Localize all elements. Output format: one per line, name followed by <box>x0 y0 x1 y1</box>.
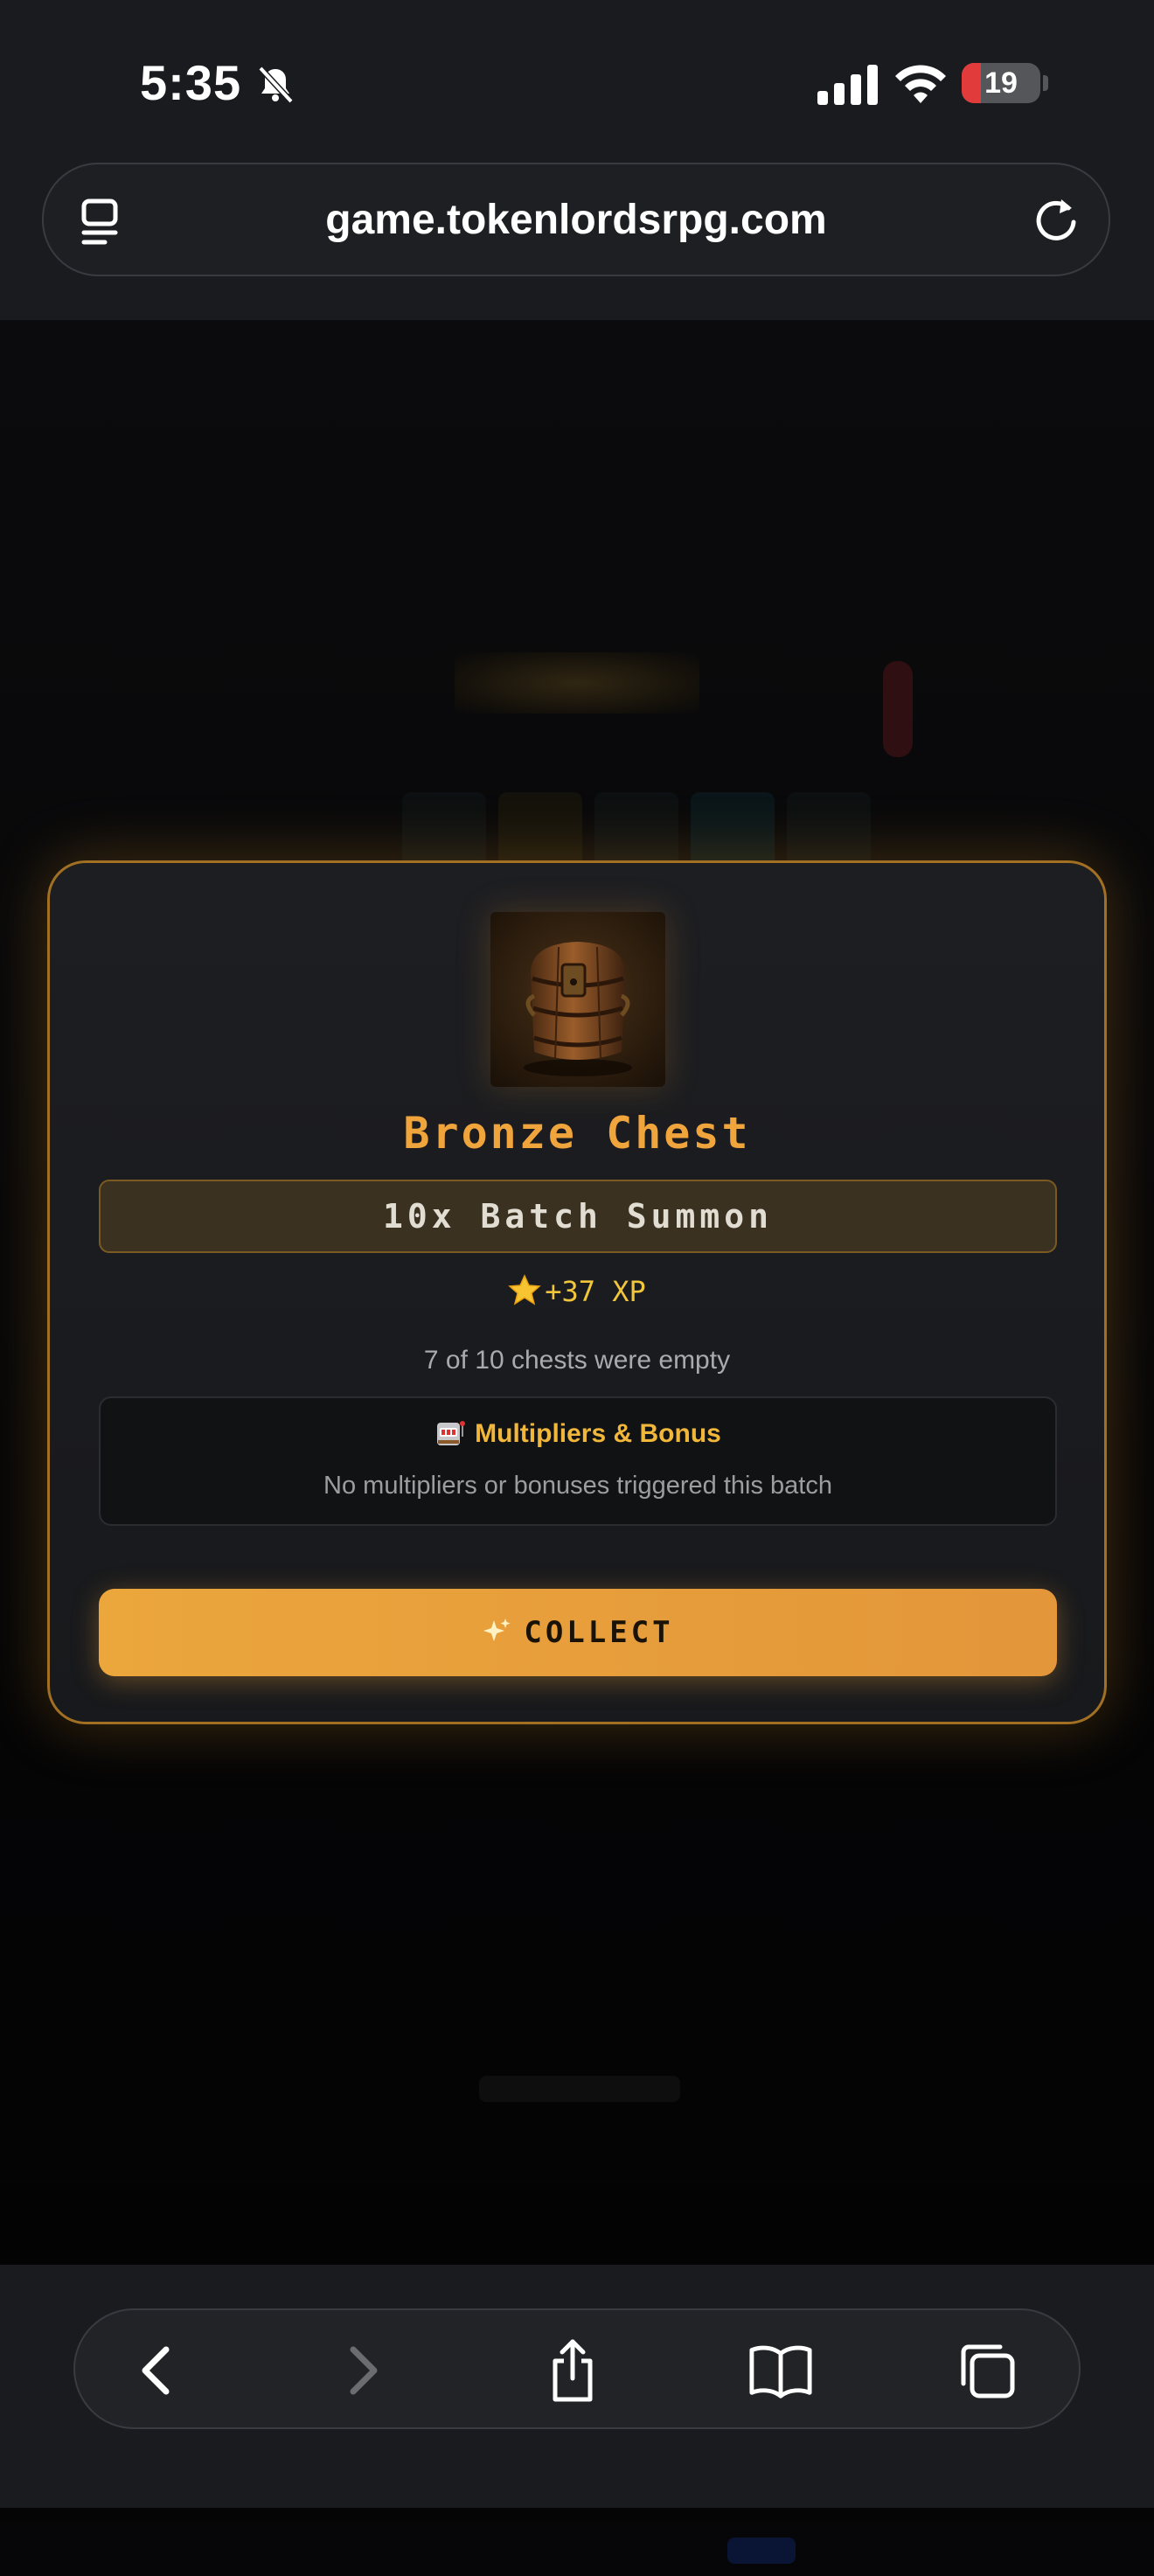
footer-button-dimmed <box>727 2538 796 2564</box>
sparkles-icon <box>483 1619 511 1641</box>
link-dimmed <box>479 2076 680 2102</box>
wifi-icon <box>895 65 946 103</box>
bonus-description: No multipliers or bonuses triggered this… <box>323 1472 832 1500</box>
bonus-title: Multipliers & Bonus <box>101 1417 1055 1449</box>
share-button[interactable] <box>540 2338 605 2403</box>
collect-label[interactable]: COLLECT <box>524 1615 673 1650</box>
back-arrow-icon <box>142 2346 170 2395</box>
empty-chests-note: 7 of 10 chests were empty <box>423 1346 731 1375</box>
bonus-title-text: Multipliers & Bonus <box>475 1419 721 1448</box>
share-icon <box>553 2339 593 2402</box>
cellular-signal-icon <box>817 65 878 105</box>
xp-reward: +37 XP <box>50 1274 1104 1308</box>
bookmarks-button[interactable] <box>748 2338 813 2403</box>
star-icon <box>508 1274 542 1305</box>
browser-top-chrome: 5:35 19 game.tokenlordsrpg.com <box>0 0 1154 320</box>
url-text[interactable]: game.tokenlordsrpg.com <box>44 196 1109 244</box>
reload-icon[interactable] <box>1030 194 1082 247</box>
tabs-icon <box>961 2344 1015 2398</box>
bookmarks-icon <box>749 2345 812 2398</box>
bronze-chest-image <box>490 912 665 1087</box>
forward-arrow-icon <box>350 2346 378 2395</box>
status-time: 5:35 <box>140 55 242 110</box>
bell-slash-icon <box>258 66 294 104</box>
slot-machine-icon <box>437 1421 466 1445</box>
tab-switcher-button[interactable] <box>955 2338 1019 2403</box>
battery-indicator: 19 <box>962 63 1040 103</box>
batch-summon-badge: 10x Batch Summon <box>99 1180 1057 1253</box>
footer-dimmed <box>0 2524 1154 2576</box>
toolbar-pill <box>73 2308 1081 2429</box>
collect-button[interactable]: COLLECT <box>99 1589 1057 1676</box>
back-button[interactable] <box>124 2338 189 2403</box>
chest-title: Bronze Chest <box>403 1108 751 1159</box>
address-bar[interactable]: game.tokenlordsrpg.com <box>42 163 1110 276</box>
multipliers-bonus-panel: Multipliers & Bonus No multipliers or bo… <box>99 1396 1057 1526</box>
chest-reward-modal: Bronze Chest 10x Batch Summon +37 XP 7 o… <box>47 860 1107 1724</box>
xp-reward-text: +37 XP <box>545 1275 646 1308</box>
game-logo-dimmed <box>455 652 699 714</box>
browser-bottom-toolbar <box>0 2265 1154 2508</box>
battery-level: 19 <box>984 66 1018 100</box>
health-bar-dimmed <box>883 661 913 757</box>
forward-button[interactable] <box>330 2338 395 2403</box>
